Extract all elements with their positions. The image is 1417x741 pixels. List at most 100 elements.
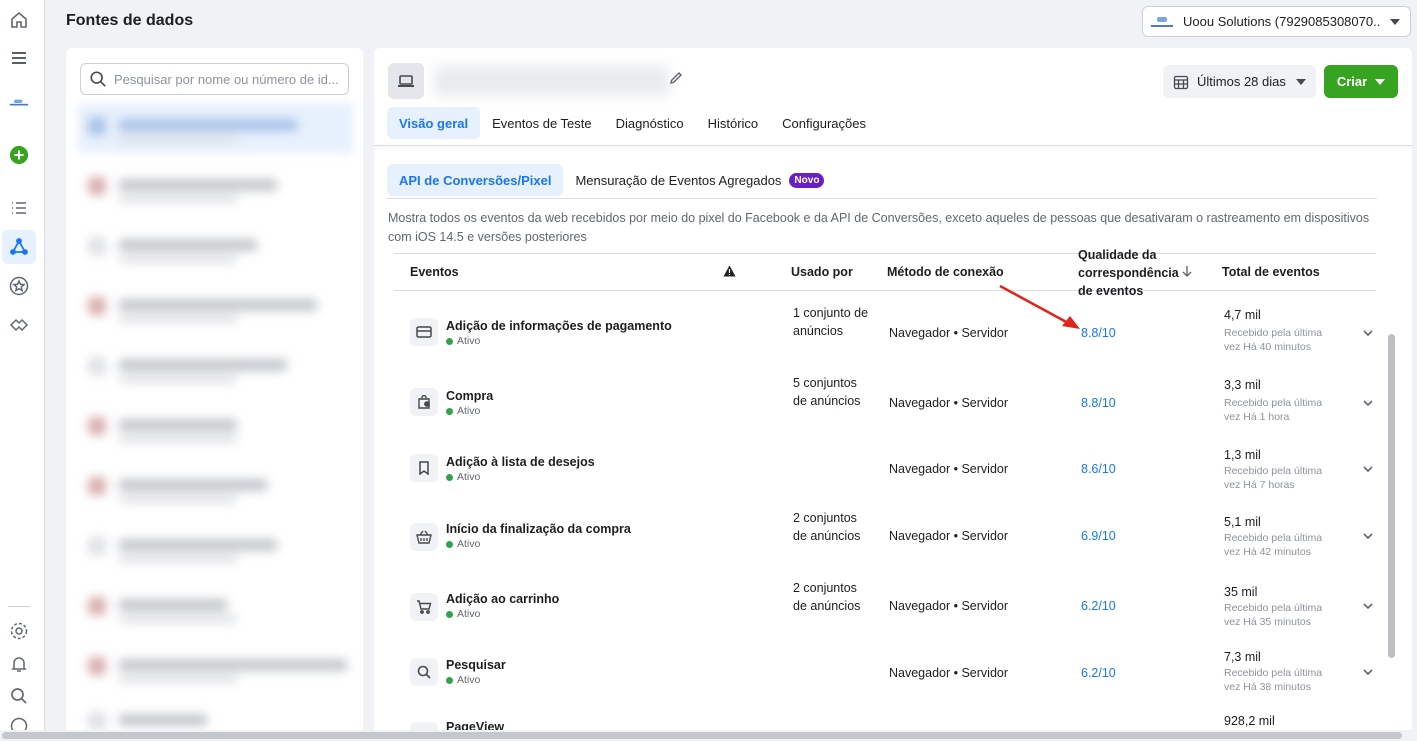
- event-name: Pesquisar: [446, 658, 506, 672]
- home-icon[interactable]: [8, 9, 30, 31]
- data-sources-icon[interactable]: [8, 236, 30, 258]
- chevron-down-icon[interactable]: [1363, 667, 1373, 677]
- data-sources-list: [66, 48, 363, 738]
- total-events: 928,2 mil: [1224, 714, 1275, 728]
- list-item[interactable]: [78, 223, 353, 273]
- event-status: Ativo: [446, 471, 480, 483]
- tabs-divider: [374, 145, 1412, 146]
- tab-diagnostics[interactable]: Diagnóstico: [604, 107, 696, 139]
- basket-icon: [410, 523, 438, 551]
- list-item[interactable]: [78, 523, 353, 573]
- last-received: Recebido pela última vez Há 35 minutos: [1224, 602, 1323, 628]
- table-row[interactable]: Adição à lista de desejos Ativo Navegado…: [394, 448, 1376, 516]
- sub-tabs: API de Conversões/Pixel Mensuração de Ev…: [387, 164, 836, 196]
- subtab-aggregated-label: Mensuração de Eventos Agregados: [575, 172, 782, 188]
- match-quality[interactable]: 8.8/10: [1081, 396, 1116, 410]
- chevron-down-icon[interactable]: [1363, 464, 1373, 474]
- table-row[interactable]: Início da finalização da compra Ativo 2 …: [394, 511, 1376, 583]
- account-name: Uoou Solutions (7929085308070...: [1183, 14, 1380, 29]
- edit-icon[interactable]: [668, 70, 684, 89]
- subtab-conversions-api[interactable]: API de Conversões/Pixel: [387, 164, 564, 196]
- status-label: Ativo: [457, 471, 481, 483]
- annotation-arrow: [999, 284, 1080, 329]
- add-icon[interactable]: [8, 144, 30, 166]
- subtab-aggregated-events[interactable]: Mensuração de Eventos Agregados Novo: [563, 164, 836, 196]
- used-by: 5 conjuntos de anúncios: [793, 376, 861, 408]
- list-item[interactable]: [78, 583, 353, 633]
- status-dot: [446, 407, 453, 415]
- event-status: Ativo: [446, 335, 480, 347]
- sort-down-icon[interactable]: [1182, 265, 1192, 280]
- tab-overview[interactable]: Visão geral: [387, 107, 481, 139]
- col-header-quality[interactable]: Qualidade da correspondência de eventos: [1078, 246, 1179, 300]
- calendar-icon: [1173, 75, 1189, 89]
- chevron-down-icon[interactable]: [1363, 328, 1373, 338]
- connection-method: Navegador • Servidor: [889, 599, 1009, 613]
- table-row[interactable]: Adição ao carrinho Ativo 2 conjuntos de …: [394, 581, 1376, 653]
- notifications-icon[interactable]: [8, 653, 30, 675]
- event-status: Ativo: [446, 608, 480, 620]
- list-item[interactable]: [78, 163, 353, 213]
- status-dot: [446, 676, 453, 684]
- used-by: 1 conjunto de anúncios: [793, 306, 869, 338]
- tab-settings[interactable]: Configurações: [770, 107, 878, 139]
- tab-history[interactable]: Histórico: [696, 107, 771, 139]
- chevron-down-icon[interactable]: [1363, 601, 1373, 611]
- date-range-selector[interactable]: Últimos 28 dias: [1163, 65, 1316, 98]
- cart-icon: [410, 593, 438, 621]
- chevron-down-icon: [1390, 18, 1400, 25]
- pixel-overview-panel: Últimos 28 dias Criar Visão geral Evento…: [374, 48, 1412, 738]
- event-name: Adição ao carrinho: [446, 592, 560, 606]
- horizontal-scrollbar-thumb[interactable]: [2, 732, 1402, 739]
- total-events: 5,1 mil: [1224, 515, 1261, 529]
- warning-icon[interactable]: [723, 265, 736, 280]
- status-dot: [446, 337, 453, 345]
- chevron-down-icon: [1296, 78, 1306, 85]
- account-selector[interactable]: Uoou Solutions (7929085308070...: [1142, 6, 1411, 37]
- match-quality[interactable]: 6.2/10: [1081, 666, 1116, 680]
- connection-method: Navegador • Servidor: [889, 529, 1009, 543]
- connection-method: Navegador • Servidor: [889, 462, 1009, 476]
- create-button[interactable]: Criar: [1324, 65, 1398, 98]
- table-row[interactable]: Compra Ativo 5 conjuntos de anúncios Nav…: [394, 376, 1376, 448]
- match-quality[interactable]: 8.6/10: [1081, 462, 1116, 476]
- menu-icon[interactable]: [8, 47, 30, 69]
- list-icon[interactable]: [8, 197, 30, 219]
- search-icon: [90, 71, 106, 87]
- partner-icon[interactable]: [8, 314, 30, 336]
- chevron-down-icon[interactable]: [1363, 398, 1373, 408]
- status-dot: [446, 610, 453, 618]
- search-icon[interactable]: [8, 685, 30, 707]
- table-row[interactable]: Pesquisar Ativo Navegador • Servidor 6.2…: [394, 650, 1376, 720]
- total-events: 35 mil: [1224, 585, 1258, 599]
- col-header-method: Método de conexão: [887, 265, 1004, 279]
- total-events: 3,3 mil: [1224, 378, 1261, 392]
- search-input[interactable]: [114, 71, 339, 87]
- event-name: Início da finalização da compra: [446, 522, 631, 536]
- search-box[interactable]: [80, 63, 349, 95]
- col-header-used-by: Usado por: [791, 265, 853, 279]
- event-status: Ativo: [446, 674, 480, 686]
- list-item[interactable]: [78, 403, 353, 453]
- list-item[interactable]: [78, 283, 353, 333]
- match-quality[interactable]: 6.9/10: [1081, 529, 1116, 543]
- events-table-header: Eventos Usado por Método de conexão Qual…: [394, 248, 1376, 298]
- table-row[interactable]: Adição de informações de pagamento Ativo…: [394, 306, 1376, 378]
- star-icon[interactable]: [8, 275, 30, 297]
- status-label: Ativo: [457, 608, 481, 620]
- total-events: 7,3 mil: [1224, 650, 1261, 664]
- match-quality[interactable]: 8.8/10: [1081, 326, 1116, 340]
- list-item[interactable]: [78, 103, 353, 153]
- match-quality[interactable]: 6.2/10: [1081, 599, 1116, 613]
- chevron-down-icon: [1375, 78, 1386, 85]
- total-events: 4,7 mil: [1224, 308, 1261, 322]
- bookmark-icon: [410, 454, 438, 482]
- settings-icon[interactable]: [8, 620, 30, 642]
- bag-icon: [410, 388, 438, 416]
- list-item[interactable]: [78, 343, 353, 393]
- tab-test-events[interactable]: Eventos de Teste: [480, 107, 604, 139]
- list-item[interactable]: [78, 643, 353, 693]
- list-item[interactable]: [78, 463, 353, 513]
- vertical-scrollbar-thumb[interactable]: [1388, 334, 1395, 658]
- chevron-down-icon[interactable]: [1363, 531, 1373, 541]
